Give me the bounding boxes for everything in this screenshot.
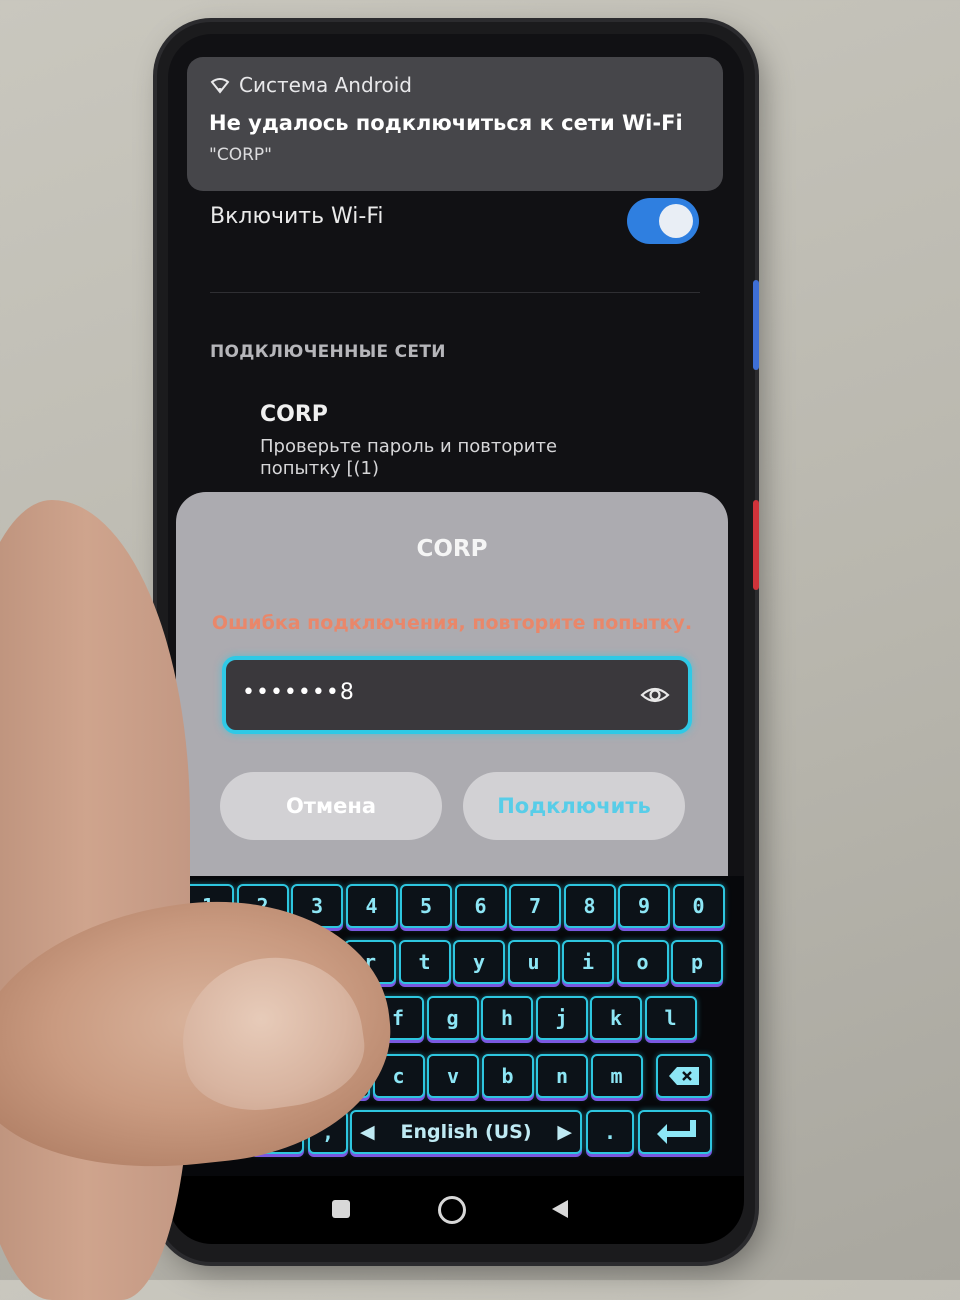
connect-button[interactable]: Подключить: [463, 772, 685, 840]
key-y[interactable]: y: [453, 940, 505, 984]
key-v[interactable]: v: [427, 1054, 479, 1098]
key-j[interactable]: j: [535, 996, 588, 1040]
key-0[interactable]: 0: [672, 884, 725, 928]
key-i[interactable]: i: [562, 940, 614, 984]
section-title: ПОДКЛЮЧЕННЫЕ СЕТИ: [210, 342, 446, 362]
key-t[interactable]: t: [398, 940, 451, 984]
wifi-icon: [210, 78, 230, 94]
notification-card[interactable]: Система Android Не удалось подключиться …: [187, 57, 723, 191]
key-p[interactable]: p: [671, 940, 723, 984]
network-status: Проверьте пароль и повторите попытку [(1…: [260, 436, 558, 479]
key-u[interactable]: u: [507, 940, 560, 984]
space-key[interactable]: ◀ English (US) ▶: [350, 1110, 582, 1154]
period-key[interactable]: .: [586, 1110, 634, 1154]
space-right-arrow-icon: ▶: [557, 1121, 572, 1143]
dialog-error: Ошибка подключения, повторите попытку.: [211, 612, 693, 634]
key-h[interactable]: h: [481, 996, 533, 1040]
key-7[interactable]: 7: [509, 884, 561, 928]
password-field[interactable]: •••••••8: [222, 656, 692, 734]
key-8[interactable]: 8: [563, 884, 616, 928]
dialog-title: CORP: [416, 536, 488, 562]
key-k[interactable]: k: [590, 996, 642, 1040]
key-o[interactable]: o: [616, 940, 669, 984]
notification-app-name: Система Android: [239, 73, 412, 97]
key-4[interactable]: 4: [345, 884, 398, 928]
space-label: English (US): [400, 1121, 532, 1143]
key-5[interactable]: 5: [400, 884, 452, 928]
key-9[interactable]: 9: [618, 884, 670, 928]
show-password-icon[interactable]: [640, 680, 670, 710]
toggle-knob: [659, 204, 693, 238]
backspace-key[interactable]: [656, 1054, 712, 1098]
recents-button[interactable]: [332, 1200, 350, 1218]
key-g[interactable]: g: [426, 996, 479, 1040]
password-value: •••••••8: [242, 680, 355, 705]
enter-key[interactable]: [638, 1110, 712, 1154]
network-name[interactable]: CORP: [260, 402, 328, 427]
key-6[interactable]: 6: [454, 884, 507, 928]
space-left-arrow-icon: ◀: [360, 1121, 375, 1143]
wifi-toggle[interactable]: [627, 198, 699, 244]
divider: [210, 292, 700, 293]
power-button: [753, 500, 759, 590]
enter-icon: [657, 1120, 696, 1144]
backspace-icon: [669, 1067, 699, 1085]
home-button[interactable]: [438, 1196, 466, 1224]
back-button[interactable]: [550, 1198, 570, 1220]
key-n[interactable]: n: [536, 1054, 588, 1098]
cancel-button[interactable]: Отмена: [220, 772, 442, 840]
password-dialog: CORP Ошибка подключения, повторите попыт…: [176, 492, 728, 912]
volume-button: [753, 280, 759, 370]
notification-title: Не удалось подключиться к сети Wi-Fi: [209, 111, 683, 135]
notification-app: Система Android: [209, 73, 412, 97]
wifi-toggle-label: Включить Wi-Fi: [210, 204, 384, 229]
navigation-bar: [168, 1176, 744, 1244]
notification-ssid: "CORP": [209, 145, 272, 165]
key-m[interactable]: m: [590, 1054, 643, 1098]
key-l[interactable]: l: [644, 996, 697, 1040]
key-b[interactable]: b: [481, 1054, 534, 1098]
